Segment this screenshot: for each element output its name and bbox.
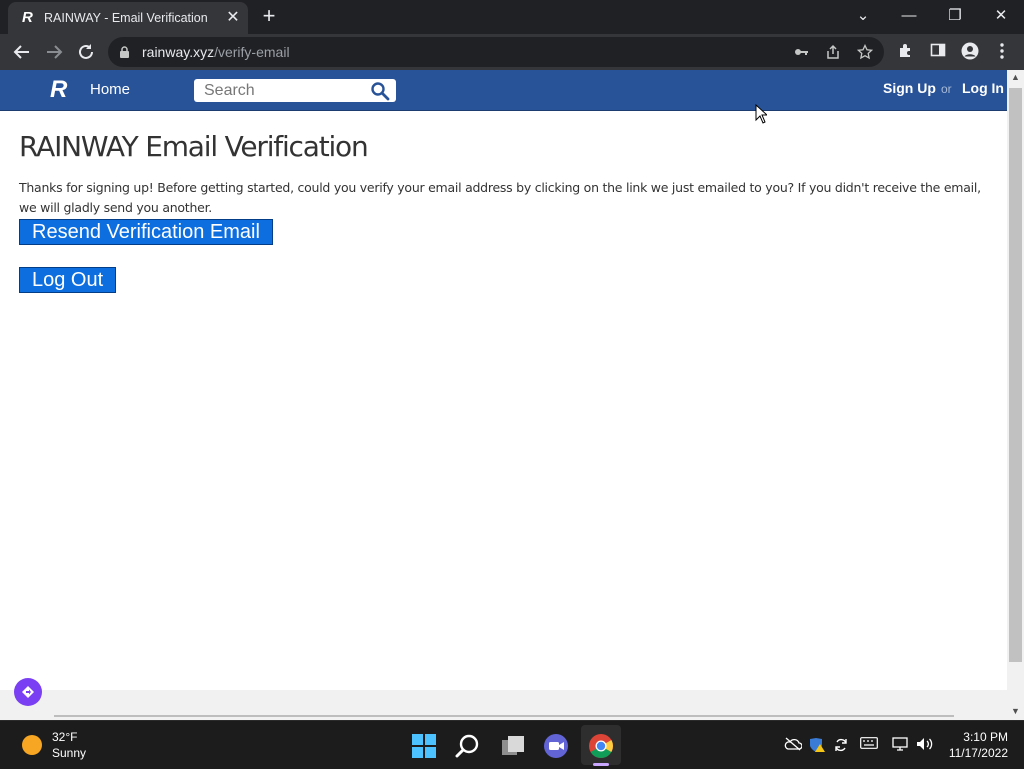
search-taskbar-icon[interactable] <box>455 733 481 759</box>
back-button[interactable] <box>10 40 34 64</box>
tab-title: RAINWAY - Email Verification <box>44 11 208 25</box>
resend-verification-button[interactable]: Resend Verification Email <box>19 219 273 245</box>
volume-icon[interactable] <box>916 737 934 753</box>
address-bar[interactable]: rainway.xyz/verify-email <box>108 37 884 67</box>
weather-condition[interactable]: Sunny <box>52 746 86 760</box>
mouse-cursor-icon <box>755 104 767 124</box>
search-box <box>194 79 396 102</box>
new-tab-button[interactable]: + <box>258 5 280 28</box>
side-panel-icon[interactable] <box>928 42 948 62</box>
url-text[interactable]: rainway.xyz/verify-email <box>142 44 290 60</box>
tab-close-icon[interactable]: ✕ <box>224 9 242 27</box>
reload-button[interactable] <box>74 40 98 64</box>
tab-search-chevron-icon[interactable]: ⌄ <box>848 4 878 28</box>
lock-icon[interactable] <box>120 46 129 58</box>
arrow-right-icon <box>47 45 63 59</box>
scroll-down-arrow-icon[interactable]: ▼ <box>1011 706 1020 716</box>
search-icon[interactable] <box>370 81 390 101</box>
url-host: rainway.xyz <box>142 44 215 60</box>
sync-icon[interactable] <box>832 737 850 753</box>
search-input[interactable] <box>194 79 369 102</box>
sun-weather-icon[interactable] <box>22 735 42 755</box>
onedrive-offline-icon[interactable] <box>784 737 803 753</box>
windows-start-icon[interactable] <box>411 733 437 759</box>
task-view-icon[interactable] <box>500 733 526 759</box>
scroll-up-arrow-icon[interactable]: ▲ <box>1011 72 1020 82</box>
clock-time[interactable]: 3:10 PM <box>948 730 1008 744</box>
browser-titlebar: R RAINWAY - Email Verification ✕ + ⌄ — ❐… <box>0 0 1024 34</box>
verification-message: Thanks for signing up! Before getting st… <box>19 180 981 215</box>
network-icon[interactable] <box>892 737 910 753</box>
key-icon[interactable] <box>792 44 810 62</box>
keyboard-icon[interactable] <box>860 737 878 753</box>
security-warning-icon[interactable] <box>808 737 826 753</box>
browser-tab-active[interactable]: R RAINWAY - Email Verification ✕ <box>8 2 248 34</box>
rainway-logo[interactable]: R <box>50 77 78 103</box>
page-viewport: R Home Sign Up or Log In RAINWAY Email V… <box>0 70 1007 720</box>
taskbar: 32°F Sunny 3:10 PM 11/17/2022 <box>0 720 1024 769</box>
forward-button[interactable] <box>42 40 66 64</box>
url-path: /verify-email <box>214 44 290 60</box>
extensions-icon[interactable] <box>896 42 916 62</box>
restore-button[interactable]: ❐ <box>940 4 970 28</box>
reload-icon <box>79 44 93 59</box>
clock-date[interactable]: 11/17/2022 <box>940 746 1008 760</box>
profile-icon[interactable] <box>960 42 980 62</box>
diamond-arrow-icon <box>22 686 34 698</box>
login-link[interactable]: Log In <box>962 79 1004 97</box>
bookmark-star-icon[interactable] <box>856 43 874 62</box>
horizontal-scroll-thumb[interactable] <box>54 715 954 717</box>
horizontal-scrollbar[interactable] <box>0 690 1007 720</box>
vertical-scrollbar[interactable]: ▲ ▼ <box>1007 70 1024 720</box>
main-content: RAINWAY Email Verification Thanks for si… <box>19 130 999 218</box>
rainway-favicon-icon: R <box>22 9 33 26</box>
browser-toolbar: rainway.xyz/verify-email <box>0 34 1024 70</box>
arrow-left-icon <box>13 45 29 59</box>
page-title: RAINWAY Email Verification <box>19 130 369 163</box>
vertical-scroll-thumb[interactable] <box>1009 88 1022 662</box>
minimize-button[interactable]: — <box>894 4 924 28</box>
teams-chat-icon[interactable] <box>543 733 569 759</box>
share-icon[interactable] <box>824 44 842 62</box>
floating-assistant-button[interactable] <box>14 678 42 706</box>
close-window-button[interactable]: ✕ <box>986 4 1016 28</box>
signup-link[interactable]: Sign Up <box>883 79 936 97</box>
active-app-indicator <box>593 763 609 766</box>
weather-temperature[interactable]: 32°F <box>52 730 77 744</box>
logout-button[interactable]: Log Out <box>19 267 117 293</box>
menu-kebab-icon[interactable] <box>992 42 1012 62</box>
site-header: R Home Sign Up or Log In <box>0 70 1007 111</box>
chrome-taskbar-icon[interactable] <box>588 733 614 759</box>
home-link[interactable]: Home <box>90 81 130 99</box>
auth-separator: or <box>941 82 952 96</box>
